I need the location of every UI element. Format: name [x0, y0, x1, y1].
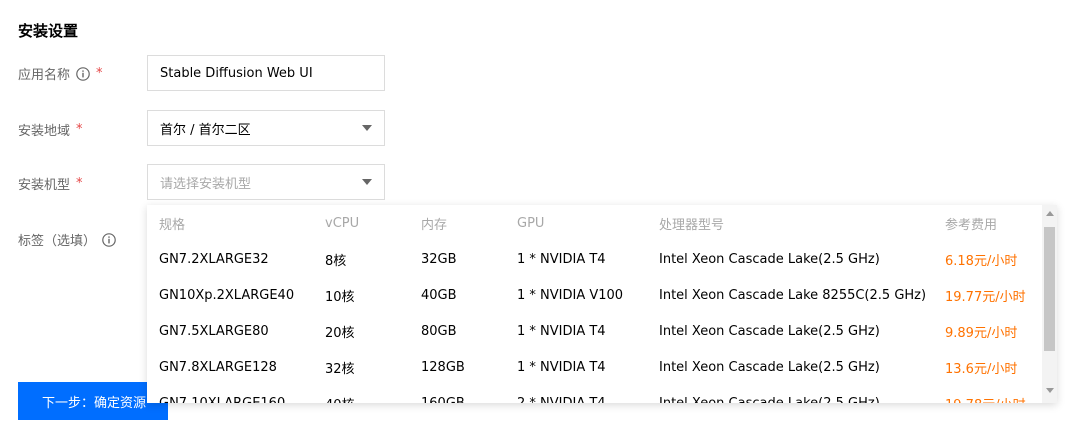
- option-vcpu: 32核: [325, 361, 355, 377]
- app-name-label-row: 应用名称 *: [18, 64, 103, 83]
- option-gpu: 2 * NVIDIA T4: [517, 395, 606, 404]
- option-memory: 32GB: [421, 251, 457, 267]
- info-circle-icon[interactable]: [76, 66, 90, 81]
- option-price: 9.89元/小时: [945, 325, 1018, 341]
- option-gpu: 1 * NVIDIA V100: [517, 287, 624, 303]
- option-spec: GN10Xp.2XLARGE40: [159, 287, 295, 303]
- info-circle-icon[interactable]: [102, 232, 116, 247]
- region-select[interactable]: 首尔 / 首尔二区: [147, 110, 385, 146]
- option-cpu-model: Intel Xeon Cascade Lake(2.5 GHz): [659, 251, 880, 267]
- machine-option-row[interactable]: GN7.5XLARGE80 20核 80GB 1 * NVIDIA T4 Int…: [147, 313, 1042, 349]
- option-price: 6.18元/小时: [945, 253, 1018, 269]
- header-vcpu: vCPU: [325, 215, 360, 231]
- scroll-up-icon[interactable]: [1046, 211, 1054, 216]
- option-vcpu: 40核: [325, 385, 355, 404]
- region-label: 安装地域: [18, 124, 71, 139]
- option-cpu-model: Intel Xeon Cascade Lake(2.5 GHz): [659, 395, 880, 404]
- option-memory: 128GB: [421, 359, 465, 375]
- option-gpu: 1 * NVIDIA T4: [517, 323, 606, 339]
- machine-select-placeholder: 请选择安装机型: [160, 176, 252, 192]
- header-gpu: GPU: [517, 215, 545, 231]
- machine-type-dropdown: 规格 vCPU 内存 GPU 处理器型号 参考费用 GN7.2XLARGE32 …: [147, 205, 1057, 403]
- option-price: 19.78元/小时: [945, 385, 1026, 404]
- header-price: 参考费用: [945, 217, 998, 233]
- machine-option-row[interactable]: GN10Xp.2XLARGE40 10核 40GB 1 * NVIDIA V10…: [147, 277, 1042, 313]
- option-cpu-model: Intel Xeon Cascade Lake(2.5 GHz): [659, 359, 880, 375]
- scroll-down-icon[interactable]: [1046, 388, 1054, 393]
- option-gpu: 1 * NVIDIA T4: [517, 251, 606, 267]
- option-spec: GN7.8XLARGE128: [159, 359, 277, 375]
- section-title: 安装设置: [18, 22, 79, 40]
- option-spec: GN7.2XLARGE32: [159, 251, 269, 267]
- option-price: 13.6元/小时: [945, 361, 1018, 377]
- region-label-row: 安装地域 *: [18, 120, 83, 139]
- dropdown-scrollbar[interactable]: [1042, 205, 1057, 403]
- required-mark: *: [96, 66, 103, 81]
- app-name-input[interactable]: [160, 65, 384, 81]
- caret-down-icon: [362, 125, 372, 131]
- option-memory: 160GB: [421, 395, 465, 404]
- machine-label-row: 安装机型 *: [18, 174, 83, 193]
- machine-option-row[interactable]: GN7.2XLARGE32 8核 32GB 1 * NVIDIA T4 Inte…: [147, 241, 1042, 277]
- region-select-value: 首尔 / 首尔二区: [160, 122, 251, 138]
- option-gpu: 1 * NVIDIA T4: [517, 359, 606, 375]
- dropdown-header-row: 规格 vCPU 内存 GPU 处理器型号 参考费用: [147, 205, 1042, 241]
- app-name-field[interactable]: [147, 55, 385, 91]
- header-cpu-model: 处理器型号: [659, 217, 725, 233]
- option-spec: GN7.5XLARGE80: [159, 323, 269, 339]
- option-vcpu: 8核: [325, 253, 347, 269]
- required-mark: *: [76, 122, 83, 137]
- machine-option-row[interactable]: GN7.8XLARGE128 32核 128GB 1 * NVIDIA T4 I…: [147, 349, 1042, 385]
- option-vcpu: 10核: [325, 289, 355, 305]
- header-memory: 内存: [421, 217, 448, 233]
- option-memory: 80GB: [421, 323, 457, 339]
- required-mark: *: [76, 176, 83, 191]
- option-cpu-model: Intel Xeon Cascade Lake(2.5 GHz): [659, 323, 880, 339]
- option-spec: GN7.10XLARGE160: [159, 395, 286, 404]
- tags-label-row: 标签（选填）: [18, 230, 116, 249]
- caret-down-icon: [362, 179, 372, 185]
- machine-label: 安装机型: [18, 178, 71, 193]
- app-name-label: 应用名称: [18, 68, 71, 83]
- machine-select[interactable]: 请选择安装机型: [147, 164, 385, 200]
- option-memory: 40GB: [421, 287, 457, 303]
- option-cpu-model: Intel Xeon Cascade Lake 8255C(2.5 GHz): [659, 287, 927, 303]
- scroll-thumb[interactable]: [1044, 227, 1055, 351]
- machine-option-row[interactable]: GN7.10XLARGE160 40核 160GB 2 * NVIDIA T4 …: [147, 385, 1042, 404]
- option-vcpu: 20核: [325, 325, 355, 341]
- tags-label: 标签（选填）: [18, 234, 97, 249]
- header-spec: 规格: [159, 217, 186, 233]
- option-price: 19.77元/小时: [945, 289, 1026, 305]
- next-step-button[interactable]: 下一步：确定资源: [18, 382, 168, 420]
